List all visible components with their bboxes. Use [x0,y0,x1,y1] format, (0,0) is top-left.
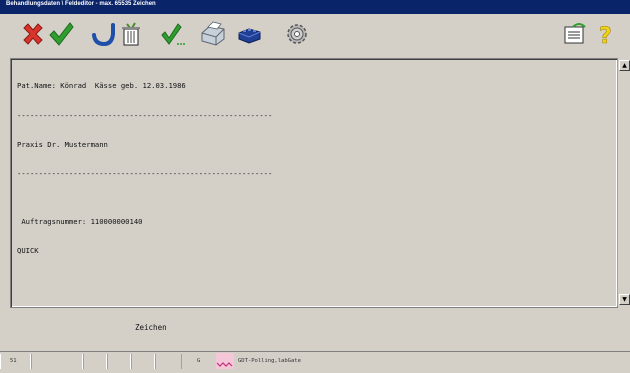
green-checkmark-icon [49,22,74,46]
print-button[interactable] [198,19,228,49]
editor-line: ----------------------------------------… [17,168,273,178]
gear-icon [287,24,307,44]
checkmark-dots-icon [161,23,185,45]
notes-button[interactable] [560,19,590,49]
scroll-down-arrow-icon[interactable]: ▼ [619,294,630,305]
toolbar: ? [0,14,630,52]
status-mode: G [197,358,201,364]
red-x-icon [23,23,43,45]
status-count: 51 [10,358,17,364]
status-bar: 51 G GDT-Polling,labGate [0,351,630,371]
help-question-icon: ? [599,24,612,47]
help-button[interactable]: ? [592,19,622,49]
settings-button[interactable] [282,19,312,49]
editor-line: Pat.Name: Könrad Kässe geb. 12.03.1986 [17,81,186,91]
editor-content[interactable]: Pat.Name: Könrad Kässe geb. 12.03.1986 -… [17,62,272,266]
polling-status-text: GDT-Polling,labGate [238,358,301,364]
editor-line: ----------------------------------------… [17,110,273,120]
device-icon [238,28,261,44]
editor-line: Auftragsnummer: 110000000140 [17,217,143,227]
window-title: Behandlungsdaten \ Feldeditor - max. 655… [6,1,156,7]
printer-icon [201,21,225,46]
undo-arrow-icon [92,23,115,47]
notepad-icon [564,23,586,44]
character-count-label: Zeichen [135,323,167,332]
delete-button[interactable] [116,19,146,49]
scroll-up-arrow-icon[interactable]: ▲ [619,60,630,71]
ok-button[interactable] [46,19,76,49]
editor-line: QUICK [17,246,39,256]
check-button[interactable] [158,19,188,49]
undo-button[interactable] [88,19,118,49]
trash-can-icon [122,22,140,46]
device-button[interactable] [234,19,264,49]
vertical-scrollbar[interactable]: ▲ ▼ [617,59,630,306]
title-bar: Behandlungsdaten \ Feldeditor - max. 655… [0,0,630,14]
svg-text:?: ? [599,24,612,47]
polling-icon [216,353,234,369]
editor-line: Praxis Dr. Mustermann [17,139,108,149]
cancel-button[interactable] [18,19,48,49]
